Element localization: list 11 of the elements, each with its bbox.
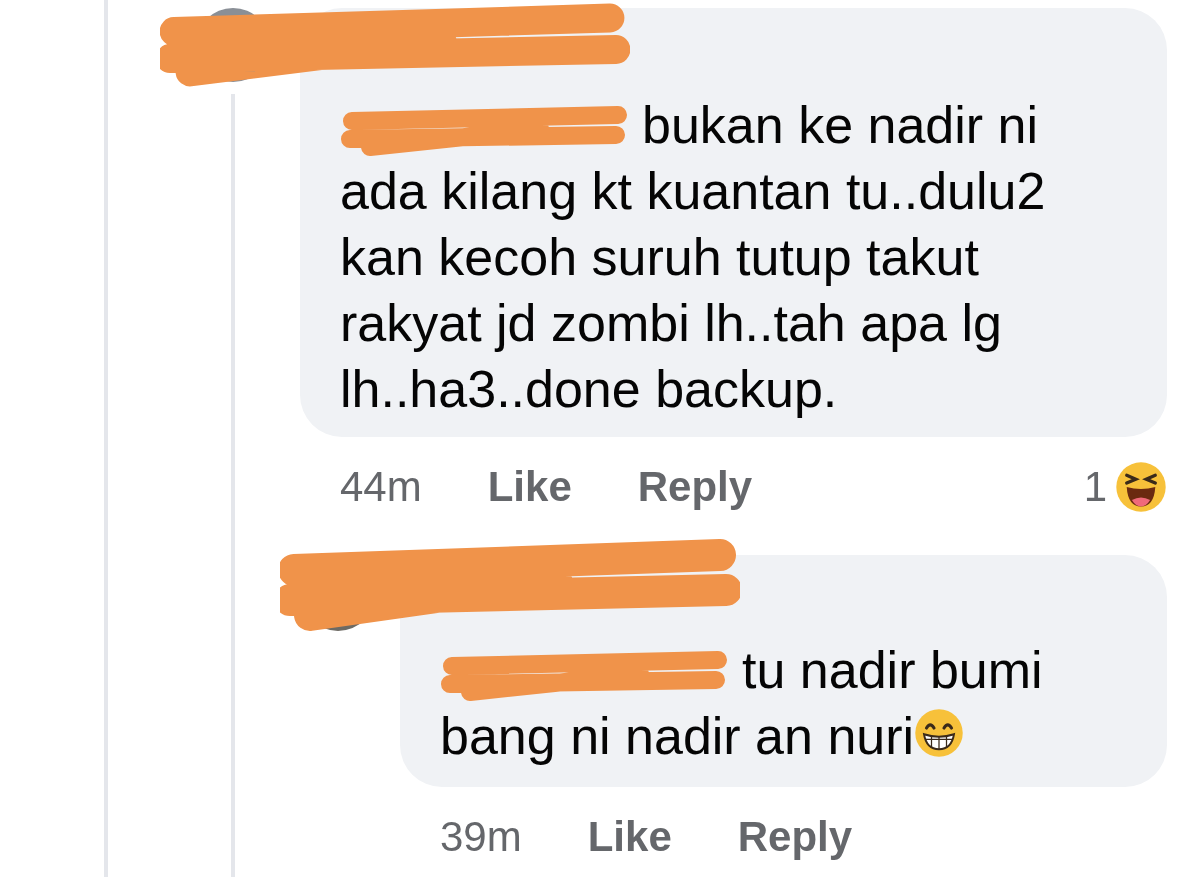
reply-link[interactable]: Reply (637, 459, 753, 515)
like-link[interactable]: Like (587, 809, 672, 865)
reply-link[interactable]: Reply (737, 809, 853, 865)
laughing-emoji-icon (1115, 461, 1167, 513)
comment-time: 39m (440, 812, 522, 862)
reaction-count: 1 (1083, 462, 1107, 512)
comment-time: 44m (340, 462, 422, 512)
grinning-emoji-icon (914, 708, 965, 758)
comment-text: tu nadir bumi bang ni nadir an nuri (440, 640, 1044, 767)
like-link[interactable]: Like (487, 459, 572, 515)
comment-text: bukan ke nadir ni ada kilang kt kuantan tu..dulu2 kan kecoh suruh tutup takut rakyat jd zombi lh..tah apa lg lh..ha3..done backup. (340, 95, 1047, 420)
